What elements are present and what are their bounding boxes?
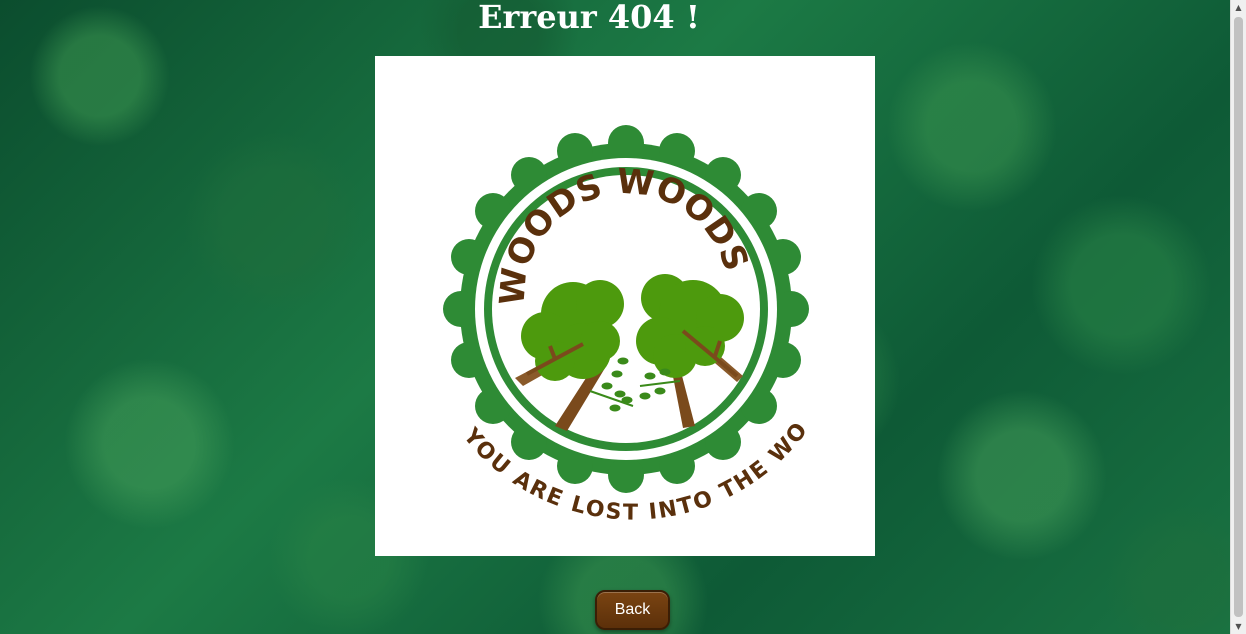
scroll-thumb[interactable]: [1234, 17, 1243, 617]
scroll-down-arrow-icon[interactable]: ▼: [1231, 619, 1246, 634]
logo-image: WOODS WOODS 5.33 YOU ARE LOST INTO THE W…: [375, 56, 875, 556]
page-title: Erreur 404 !: [478, 0, 700, 36]
scroll-up-arrow-icon[interactable]: ▲: [1231, 0, 1246, 15]
back-button[interactable]: Back: [595, 590, 670, 630]
vertical-scrollbar[interactable]: ▲ ▼: [1230, 0, 1246, 634]
woods-logo: WOODS WOODS 5.33 YOU ARE LOST INTO THE W…: [375, 56, 812, 526]
